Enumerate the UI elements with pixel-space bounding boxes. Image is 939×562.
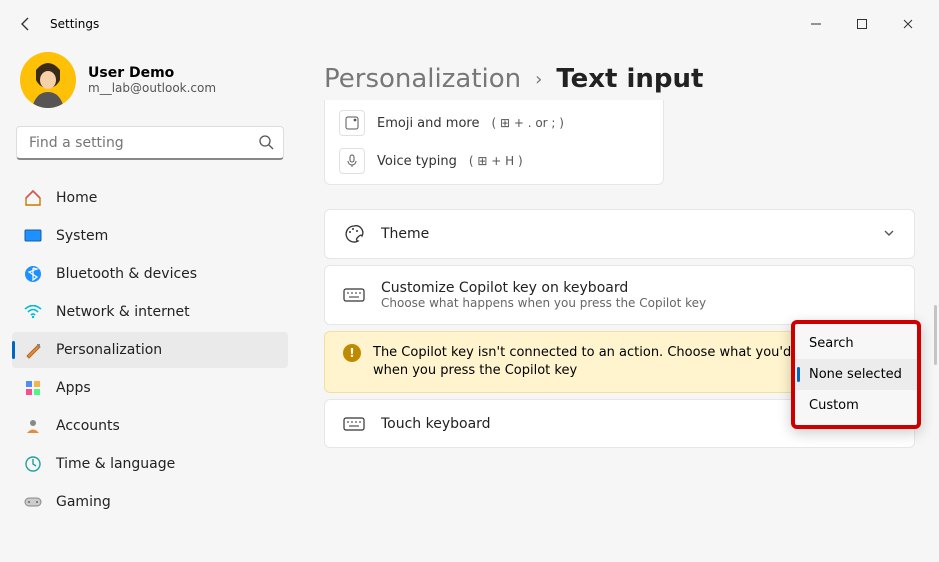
avatar (20, 52, 76, 108)
title-bar: Settings (0, 0, 939, 48)
breadcrumb-parent[interactable]: Personalization (324, 64, 521, 94)
theme-title: Theme (381, 226, 866, 242)
sidebar-item-system[interactable]: System (12, 218, 288, 254)
keyboard-icon (343, 416, 365, 432)
bluetooth-icon (24, 265, 42, 283)
sidebar-item-bluetooth[interactable]: Bluetooth & devices (12, 256, 288, 292)
nav-label: Apps (56, 380, 91, 396)
nav-label: Personalization (56, 342, 162, 358)
theme-card[interactable]: Theme (324, 209, 915, 259)
emoji-label: Emoji and more (377, 116, 479, 131)
close-button[interactable] (885, 8, 931, 40)
paintbrush-icon (24, 341, 42, 359)
copilot-key-dropdown[interactable]: Search None selected Custom (791, 320, 921, 429)
sidebar-item-network[interactable]: Network & internet (12, 294, 288, 330)
emoji-icon (339, 110, 365, 136)
warning-icon: ! (343, 344, 361, 362)
main-content: Personalization › Text input Emoji and m… (300, 48, 939, 562)
dropdown-option-custom[interactable]: Custom (795, 390, 917, 421)
quick-card: Emoji and more ( ⊞ + . or ; ) Voice typi… (324, 100, 664, 185)
palette-icon (343, 224, 365, 244)
emoji-shortcut: ( ⊞ + . or ; ) (491, 116, 564, 130)
sidebar-item-gaming[interactable]: Gaming (12, 484, 288, 520)
search-icon (258, 134, 274, 154)
window-title: Settings (50, 17, 99, 31)
voice-label: Voice typing (377, 154, 457, 169)
sidebar: User Demo m__lab@outlook.com Home System… (0, 48, 300, 562)
sidebar-item-accounts[interactable]: Accounts (12, 408, 288, 444)
back-button[interactable] (8, 6, 44, 42)
chevron-down-icon (882, 225, 896, 244)
search-box[interactable] (16, 126, 284, 160)
home-icon (24, 189, 42, 207)
sidebar-item-apps[interactable]: Apps (12, 370, 288, 406)
copilot-subtitle: Choose what happens when you press the C… (381, 296, 896, 310)
gamepad-icon (24, 493, 42, 511)
mic-icon (339, 148, 365, 174)
voice-shortcut: ( ⊞ + H ) (469, 154, 523, 168)
dropdown-option-search[interactable]: Search (795, 328, 917, 359)
nav-label: System (56, 228, 108, 244)
person-icon (24, 417, 42, 435)
nav-label: Accounts (56, 418, 120, 434)
apps-icon (24, 379, 42, 397)
breadcrumb: Personalization › Text input (324, 64, 915, 94)
user-email: m__lab@outlook.com (88, 81, 216, 95)
copilot-key-card[interactable]: Customize Copilot key on keyboard Choose… (324, 265, 915, 325)
maximize-button[interactable] (839, 8, 885, 40)
nav-list: Home System Bluetooth & devices Network … (12, 180, 288, 520)
nav-label: Network & internet (56, 304, 190, 320)
user-name: User Demo (88, 65, 216, 81)
nav-label: Time & language (56, 456, 175, 472)
globe-clock-icon (24, 455, 42, 473)
voice-row[interactable]: Voice typing ( ⊞ + H ) (325, 142, 663, 180)
minimize-button[interactable] (793, 8, 839, 40)
wifi-icon (24, 303, 42, 321)
nav-label: Bluetooth & devices (56, 266, 197, 282)
scrollbar-thumb[interactable] (934, 305, 937, 365)
nav-label: Home (56, 190, 97, 206)
keyboard-icon (343, 287, 365, 303)
sidebar-item-personalization[interactable]: Personalization (12, 332, 288, 368)
search-input[interactable] (16, 126, 284, 160)
nav-label: Gaming (56, 494, 111, 510)
dropdown-option-none[interactable]: None selected (795, 359, 917, 390)
sidebar-item-time-language[interactable]: Time & language (12, 446, 288, 482)
user-profile[interactable]: User Demo m__lab@outlook.com (12, 42, 288, 126)
page-title: Text input (556, 64, 703, 94)
copilot-title: Customize Copilot key on keyboard (381, 280, 896, 296)
sidebar-item-home[interactable]: Home (12, 180, 288, 216)
chevron-right-icon: › (535, 69, 542, 90)
system-icon (24, 227, 42, 245)
emoji-row[interactable]: Emoji and more ( ⊞ + . or ; ) (325, 104, 663, 142)
